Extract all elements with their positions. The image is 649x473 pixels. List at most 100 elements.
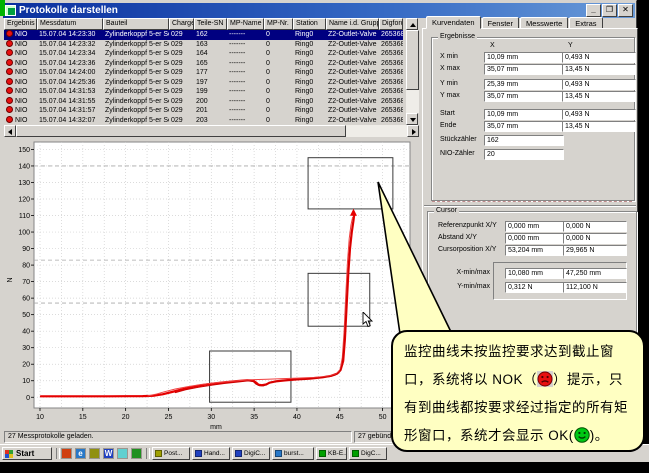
taskbar-button-digc[interactable]: DigC... [349,447,387,460]
field-cursor-y[interactable]: 0,000 N [563,233,627,244]
app-icon[interactable] [131,448,142,459]
y-tick-label: 130 [18,180,30,187]
column-header-station[interactable]: Station [293,18,326,30]
scroll-down-button[interactable] [406,113,418,125]
field-y-max-x[interactable]: 35,07 mm [484,91,564,102]
task-icon [235,450,242,457]
column-header-bauteil[interactable]: Bauteil [103,18,169,30]
scroll-right-button[interactable] [407,125,419,137]
callout-line-3: 有到曲线都按要求经过指定的所有矩 [404,395,635,423]
field-cursor-x[interactable]: 53,204 mm [505,245,567,256]
restore-button[interactable]: ❐ [602,4,617,17]
table-row[interactable]: NIO15.07.04 14:31:55Zylinderkoppf 5-er S… [4,97,403,107]
curve-chart[interactable]: 1015202530354045500102030405060708090100… [4,138,422,429]
table-row[interactable]: NIO15.07.04 14:31:53Zylinderkoppf 5-er S… [4,87,403,97]
field-cursor-y[interactable]: 29,965 N [563,245,627,256]
column-header-digforce[interactable]: Digforce [379,18,403,30]
field-ende-y[interactable]: 13,45 N [562,121,636,132]
column-header-mp_nr[interactable]: MP-Nr. [264,18,293,30]
table-cell-messdatum: 15.07.04 14:23:34 [37,49,103,58]
field-cursor-x[interactable]: 0,000 mm [505,233,567,244]
table-row[interactable]: NIO15.07.04 14:23:34Zylinderkoppf 5-er S… [4,49,403,59]
field-x-min-x[interactable]: 10,09 mm [484,52,564,63]
table-row[interactable]: NIO15.07.04 14:23:30Zylinderkoppf 5-er S… [4,30,403,40]
field-nio-zaehler[interactable]: 20 [484,149,564,160]
table-row[interactable]: NIO15.07.04 14:25:36Zylinderkoppf 5-er S… [4,78,403,88]
taskbar-button-burst[interactable]: burst... [272,447,314,460]
table-cell-charge: 029 [169,78,194,87]
y-tick-label: 30 [22,345,30,352]
field-x-max-y[interactable]: 13,45 N [562,64,636,75]
table-cell-gruppe: Z2-Outlet-Valve [326,78,379,87]
field-stueckzaehler[interactable]: 162 [484,135,564,146]
taskbar-separator [56,448,60,459]
table-row[interactable]: NIO15.07.04 14:24:00Zylinderkoppf 5-er S… [4,68,403,78]
field-cursor-y[interactable]: 0,000 N [563,221,627,232]
field-y-min-y[interactable]: 0,493 N [562,79,636,90]
label-counter: NIO-Zähler [440,150,475,157]
field-minmax-a[interactable]: 0,312 N [505,282,567,293]
scroll-up-button[interactable] [406,18,418,30]
table-cell-digforce: 265368 [379,40,403,49]
table-cell-ergebnis: NIO [4,40,37,49]
table-cell-mp_name: ------- [227,116,264,125]
field-minmax-b[interactable]: 47,250 mm [563,268,627,279]
start-button[interactable]: Start [2,447,52,460]
table-cell-mp_name: ------- [227,30,264,39]
y-axis-label: N [7,277,14,282]
table-row[interactable]: NIO15.07.04 14:32:07Zylinderkoppf 5-er S… [4,116,403,126]
arrow-down-icon [410,118,416,122]
table-cell-station: Ring0 [293,106,326,115]
column-header-charge[interactable]: Charge [169,18,194,30]
table-cell-ergebnis: NIO [4,106,37,115]
column-header-messdatum[interactable]: Messdatum [37,18,103,30]
taskbar-button-digic[interactable]: DigiC... [232,447,270,460]
field-ende-x[interactable]: 35,07 mm [484,121,564,132]
word-icon[interactable]: W [103,448,114,459]
outlook-icon[interactable] [89,448,100,459]
app-icon [5,5,16,16]
y-tick-label: 110 [19,213,30,220]
column-header-ergebnis[interactable]: Ergebnis [4,18,37,30]
field-minmax-a[interactable]: 10,080 mm [505,268,567,279]
table-cell-charge: 029 [169,40,194,49]
table-cell-charge: 029 [169,30,194,39]
taskbar-button-kb-e[interactable]: KB-E... [316,447,347,460]
arrow-right-icon [412,129,416,135]
scroll-left-button[interactable] [4,125,16,137]
table-row[interactable]: NIO15.07.04 14:23:36Zylinderkoppf 5-er S… [4,59,403,69]
ergebnisse-legend: Ergebnisse [438,33,477,40]
field-minmax-b[interactable]: 112,100 N [563,282,627,293]
table-header: ErgebnisMessdatumBauteilChargeTeile-SNMP… [4,18,403,30]
table-cell-messdatum: 15.07.04 14:23:36 [37,59,103,68]
task-icon [275,450,282,457]
taskbar-button-post[interactable]: Post... [152,447,190,460]
table-cell-charge: 029 [169,106,194,115]
table-cell-messdatum: 15.07.04 14:31:57 [37,106,103,115]
tab-kurvendaten[interactable]: Kurvendaten [426,16,481,29]
field-x-max-x[interactable]: 35,07 mm [484,64,564,75]
table-cell-mp_nr: 0 [264,68,293,77]
field-start-x[interactable]: 10,09 mm [484,109,564,120]
table-cell-gruppe: Z2-Outlet-Valve [326,59,379,68]
field-y-max-y[interactable]: 13,45 N [562,91,636,102]
column-header-gruppe[interactable]: Name i.d. Gruppe [326,18,379,30]
table-cell-digforce: 265368 [379,49,403,58]
field-cursor-x[interactable]: 0,000 mm [505,221,567,232]
table-cell-teile_sn: 201 [194,106,227,115]
table-row[interactable]: NIO15.07.04 14:31:57Zylinderkoppf 5-er S… [4,106,403,116]
h-scroll-thumb[interactable] [16,125,346,137]
column-header-mp_name[interactable]: MP-Name [227,18,264,30]
ie-icon[interactable]: e [75,448,86,459]
field-y-min-x[interactable]: 25,39 mm [484,79,564,90]
v-scroll-thumb[interactable] [406,30,419,90]
close-button[interactable]: ✕ [618,4,633,17]
field-start-y[interactable]: 0,493 N [562,109,636,120]
table-cell-teile_sn: 162 [194,30,227,39]
desktop-icon[interactable] [61,448,72,459]
player-icon[interactable] [117,448,128,459]
field-x-min-y[interactable]: 0,493 N [562,52,636,63]
taskbar-button-hand[interactable]: Hand... [192,447,230,460]
table-row[interactable]: NIO15.07.04 14:23:32Zylinderkoppf 5-er S… [4,40,403,50]
column-header-teile_sn[interactable]: Teile-SN [194,18,227,30]
